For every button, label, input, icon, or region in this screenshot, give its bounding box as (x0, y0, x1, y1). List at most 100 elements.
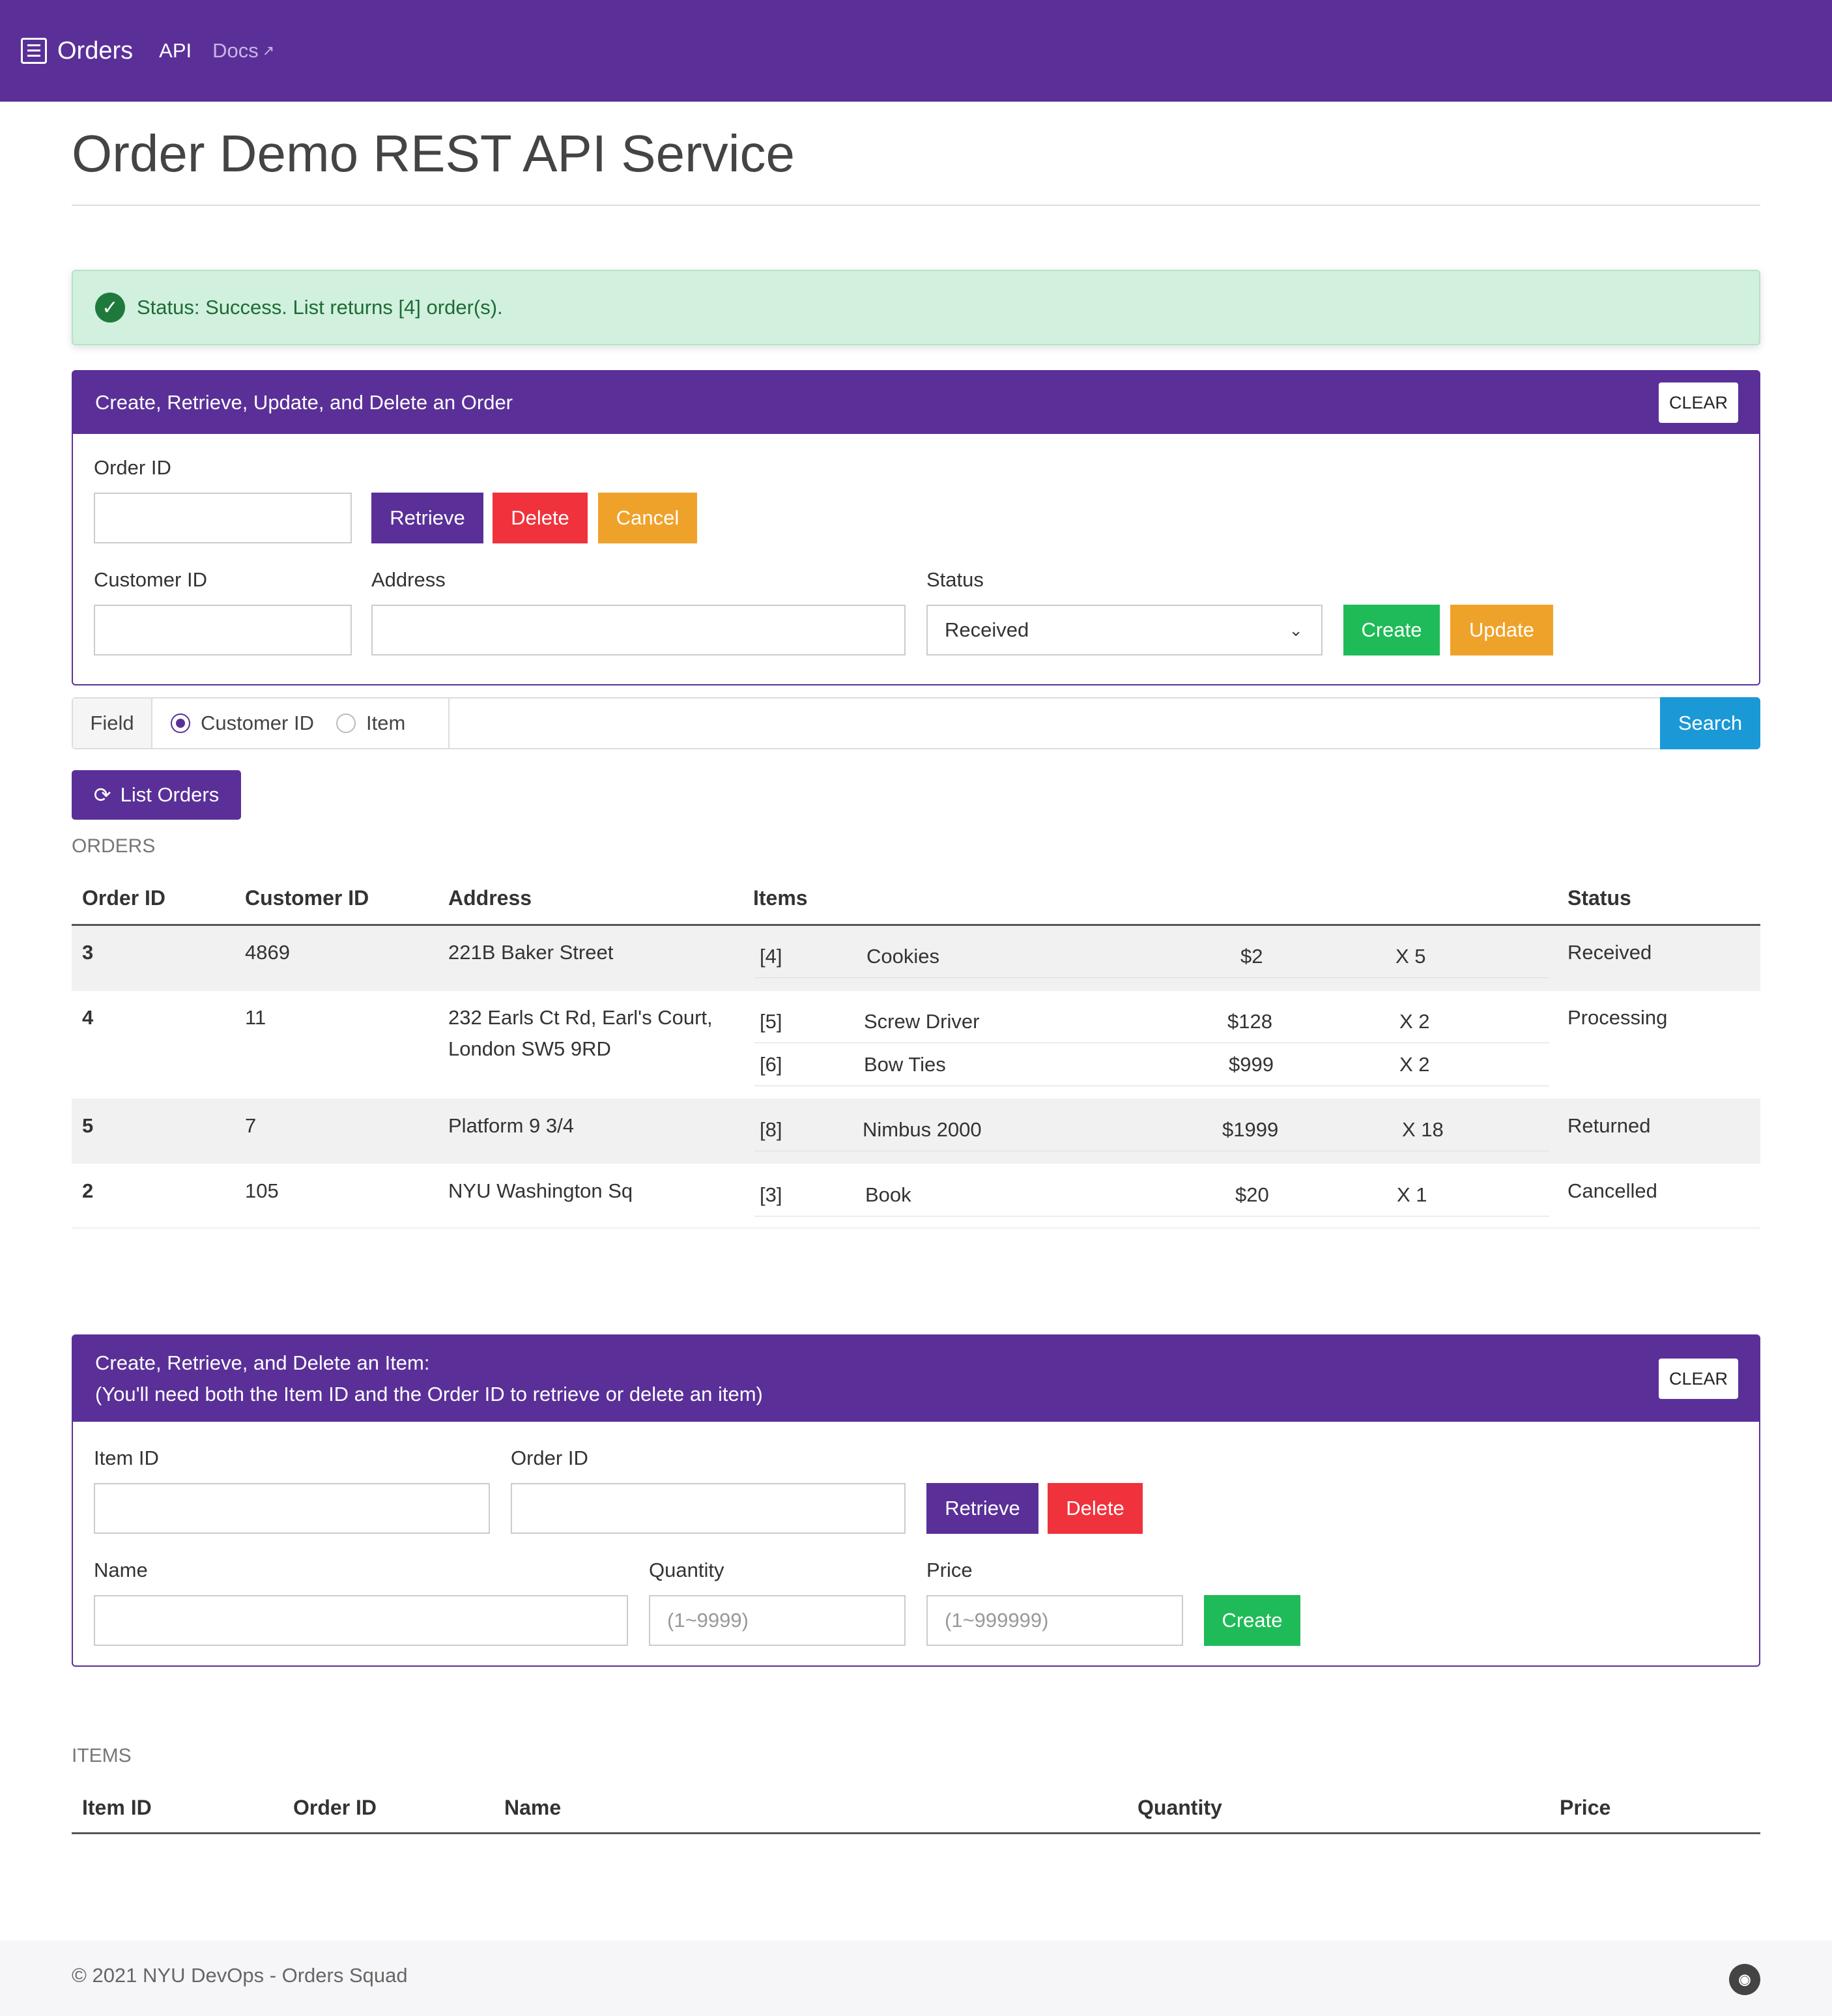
search-bar: Field Customer ID Item Search (72, 697, 1760, 749)
customer-id-cell: 7 (245, 1114, 257, 1137)
status-cell: Returned (1567, 1114, 1651, 1137)
status-select-value: Received (945, 618, 1029, 641)
items-header-order-id: Order ID (293, 1796, 377, 1819)
item-id-cell: [8] (760, 1118, 782, 1141)
status-label: Status (926, 568, 984, 591)
item-id-cell: [3] (760, 1183, 782, 1206)
search-input[interactable] (451, 698, 1663, 748)
item-clear-button[interactable]: CLEAR (1658, 1359, 1738, 1399)
item-quantity-label: Quantity (649, 1559, 724, 1581)
chevron-down-icon: ⌄ (1289, 620, 1303, 640)
status-select[interactable]: Received ⌄ (926, 605, 1323, 655)
field-addon-label: Field (73, 698, 152, 748)
external-link-icon: ↗ (262, 42, 275, 59)
item-id-cell: [5] (760, 1010, 782, 1033)
search-button[interactable]: Search (1660, 697, 1760, 749)
item-price-label: Price (926, 1559, 973, 1581)
footer: © 2021 NYU DevOps - Orders Squad ◉ (0, 1940, 1832, 2016)
orders-header-order-id: Order ID (82, 886, 166, 910)
customer-id-cell: 11 (245, 1006, 266, 1029)
nav-docs-label: Docs (212, 39, 259, 62)
address-cell: NYU Washington Sq (448, 1179, 633, 1202)
item-create-button[interactable]: Create (1204, 1595, 1300, 1646)
item-id-cell: [4] (760, 945, 782, 968)
order-panel-header: Create, Retrieve, Update, and Delete an … (73, 371, 1759, 434)
customer-id-input[interactable] (94, 605, 352, 655)
order-create-button[interactable]: Create (1343, 605, 1440, 655)
item-order-id-label: Order ID (511, 1447, 588, 1469)
address-cell: 232 Earls Ct Rd, Earl's Court, (448, 1006, 713, 1029)
orders-header-status: Status (1567, 886, 1631, 910)
item-qty-cell: X 18 (1402, 1118, 1444, 1141)
order-id-label: Order ID (94, 456, 171, 479)
page-title: Order Demo REST API Service (72, 124, 795, 182)
item-qty-cell: X 2 (1399, 1010, 1430, 1033)
radio-customer-id[interactable] (171, 713, 190, 733)
item-delete-button[interactable]: Delete (1048, 1483, 1143, 1534)
order-retrieve-button[interactable]: Retrieve (371, 493, 483, 543)
customer-id-label: Customer ID (94, 568, 207, 591)
items-header-price: Price (1560, 1796, 1611, 1819)
order-panel-title: Create, Retrieve, Update, and Delete an … (95, 391, 513, 414)
items-header-item-id: Item ID (82, 1796, 152, 1819)
item-price-input[interactable]: (1~999999) (926, 1595, 1183, 1646)
alert-text: Status: Success. List returns [4] order(… (137, 296, 503, 319)
orders-section-title: ORDERS (72, 835, 156, 857)
item-name-cell: Book (865, 1183, 911, 1206)
status-cell: Received (1567, 941, 1652, 964)
item-id-input[interactable] (94, 1483, 490, 1534)
github-icon[interactable]: ◉ (1729, 1964, 1760, 1995)
item-name-label: Name (94, 1559, 148, 1581)
footer-copyright: © 2021 NYU DevOps - Orders Squad (72, 1964, 408, 1987)
radio-customer-id-label[interactable]: Customer ID (201, 712, 314, 735)
nav-link-api[interactable]: API (159, 39, 192, 63)
order-delete-button[interactable]: Delete (493, 493, 588, 543)
radio-item-label[interactable]: Item (366, 712, 405, 735)
item-panel-title: Create, Retrieve, and Delete an Item: (Y… (95, 1347, 763, 1410)
customer-id-cell: 105 (245, 1179, 279, 1202)
check-circle-icon: ✓ (95, 293, 125, 323)
item-price-cell: $1999 (1222, 1118, 1279, 1141)
item-price-cell: $2 (1240, 945, 1263, 968)
address-input[interactable] (371, 605, 906, 655)
item-price-cell: $128 (1227, 1010, 1272, 1033)
item-price-cell: $999 (1229, 1053, 1274, 1076)
items-header-quantity: Quantity (1138, 1796, 1222, 1819)
status-cell: Processing (1567, 1006, 1668, 1029)
status-alert: ✓ Status: Success. List returns [4] orde… (72, 270, 1760, 345)
nav-link-docs[interactable]: Docs ↗ (212, 39, 274, 63)
item-name-input[interactable] (94, 1595, 628, 1646)
brand-link[interactable]: Orders (21, 37, 133, 65)
item-retrieve-button[interactable]: Retrieve (926, 1483, 1038, 1534)
list-orders-button[interactable]: ⟳ List Orders (72, 770, 241, 820)
item-divider (754, 1216, 1549, 1217)
item-divider (754, 977, 1549, 978)
item-id-label: Item ID (94, 1447, 159, 1469)
order-update-button[interactable]: Update (1450, 605, 1553, 655)
items-header-name: Name (504, 1796, 562, 1819)
address-label: Address (371, 568, 446, 591)
order-clear-button[interactable]: CLEAR (1658, 382, 1738, 423)
order-id-input[interactable] (94, 493, 352, 543)
item-order-id-input[interactable] (511, 1483, 906, 1534)
item-id-cell: [6] (760, 1053, 782, 1076)
items-section-title: ITEMS (72, 1745, 132, 1766)
item-qty-cell: X 5 (1395, 945, 1426, 968)
address-cell-line2: London SW5 9RD (448, 1037, 611, 1060)
items-header-rule (72, 1832, 1760, 1834)
item-price-cell: $20 (1235, 1183, 1269, 1206)
item-name-cell: Screw Driver (864, 1010, 980, 1033)
customer-id-cell: 4869 (245, 941, 290, 964)
top-navbar: Orders API Docs ↗ (0, 0, 1832, 102)
brand-label: Orders (57, 36, 134, 65)
order-id-cell: 3 (82, 941, 94, 964)
item-name-cell: Bow Ties (864, 1053, 946, 1076)
status-cell: Cancelled (1567, 1179, 1657, 1202)
address-cell: 221B Baker Street (448, 941, 614, 964)
item-name-cell: Cookies (866, 945, 939, 968)
item-quantity-input[interactable]: (1~9999) (649, 1595, 906, 1646)
radio-item[interactable] (336, 713, 356, 733)
item-qty-cell: X 1 (1397, 1183, 1427, 1206)
item-panel-header: Create, Retrieve, and Delete an Item: (Y… (73, 1336, 1759, 1422)
order-cancel-button[interactable]: Cancel (598, 493, 697, 543)
